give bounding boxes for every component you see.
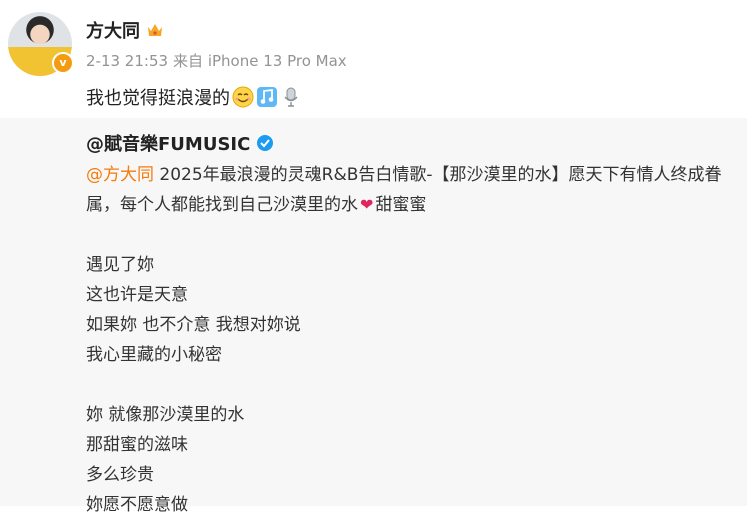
post-text-content: 我也觉得挺浪漫的 bbox=[86, 88, 230, 109]
post-source: 来自 iPhone 13 Pro Max bbox=[173, 52, 347, 70]
repost-intro-tail: 甜蜜蜜 bbox=[375, 195, 427, 215]
music-note-icon bbox=[257, 87, 277, 107]
stanza-gap bbox=[86, 370, 741, 400]
lyric-line: 妳愿不愿意做 bbox=[86, 495, 188, 515]
repost-body: @方大同 2025年最浪漫的灵魂R&B告白情歌-【那沙漠里的水】愿天下有情人终成… bbox=[86, 160, 741, 520]
lyric-line: 如果妳 也不介意 我想对妳说 bbox=[86, 315, 301, 335]
smile-emoji-icon bbox=[232, 86, 254, 108]
post-author[interactable]: 方大同 bbox=[86, 17, 140, 43]
post-meta: 2-13 21:53 来自 iPhone 13 Pro Max bbox=[86, 50, 347, 71]
repost-intro: @方大同 2025年最浪漫的灵魂R&B告白情歌-【那沙漠里的水】愿天下有情人终成… bbox=[86, 160, 741, 220]
repost-header: @賦音樂FUMUSIC bbox=[86, 130, 274, 156]
avatar[interactable]: v bbox=[8, 12, 74, 76]
mention-link[interactable]: @方大同 bbox=[86, 165, 154, 185]
post-header: 方大同 bbox=[86, 17, 164, 43]
heart-icon: ❤ bbox=[360, 195, 374, 214]
lyric-line: 那甜蜜的滋味 bbox=[86, 435, 188, 455]
lyrics: 遇见了妳 这也许是天意 如果妳 也不介意 我想对妳说 我心里藏的小秘密 妳 就像… bbox=[86, 250, 741, 520]
microphone-icon bbox=[284, 87, 298, 107]
repost-author[interactable]: @賦音樂FUMUSIC bbox=[86, 130, 250, 156]
lyric-line: 我心里藏的小秘密 bbox=[86, 345, 222, 365]
post-text: 我也觉得挺浪漫的 bbox=[86, 84, 302, 110]
verified-icon bbox=[257, 135, 274, 151]
lyric-line: 遇见了妳 bbox=[86, 255, 154, 275]
verified-badge-icon: v bbox=[52, 52, 74, 74]
crown-icon bbox=[148, 24, 162, 36]
lyric-line: 妳 就像那沙漠里的水 bbox=[86, 405, 245, 425]
repost-card[interactable]: @賦音樂FUMUSIC @方大同 2025年最浪漫的灵魂R&B告白情歌-【那沙漠… bbox=[0, 118, 747, 515]
post-time[interactable]: 2-13 21:53 bbox=[86, 52, 168, 70]
lyric-line: 这也许是天意 bbox=[86, 285, 188, 305]
lyric-line: 多么珍贵 bbox=[86, 465, 154, 485]
